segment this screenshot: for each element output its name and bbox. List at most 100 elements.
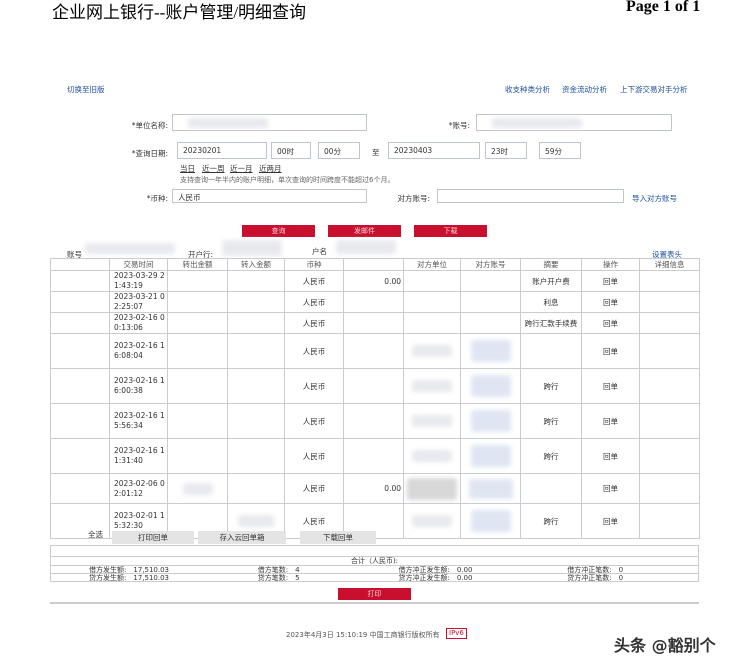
bottom-divider (50, 602, 699, 604)
query-button[interactable]: 查询 (242, 225, 315, 237)
table-row: 2023-03-29 2 1:43:19 人民币 0.00 账户开户费 回单 (50, 270, 700, 292)
counterparty-analysis-link[interactable]: 上下游交易对手分析 (620, 84, 688, 95)
row-checkbox-cell[interactable] (50, 333, 110, 369)
receipt-link[interactable]: 回单 (581, 403, 640, 439)
copyright-text: 2023年4月3日 15:10:19 中国工商银行版权所有 (286, 631, 440, 639)
row-checkbox-cell[interactable] (50, 291, 110, 313)
receipt-link[interactable]: 回单 (581, 503, 640, 539)
summary-cell: 跨行 (520, 403, 582, 439)
quick-week-link[interactable]: 近一周 (202, 163, 225, 174)
select-all-checkbox[interactable]: 全选 (88, 529, 103, 540)
receipt-link[interactable]: 回单 (581, 438, 640, 474)
time-cell: 2023-02-16 1 5:56:34 (109, 403, 168, 439)
out-amount-cell (167, 368, 228, 404)
header-in-amount: 转入金额 (227, 258, 285, 271)
header-counter-unit: 对方单位 (403, 258, 461, 271)
header-currency: 币种 (284, 258, 344, 271)
print-receipt-button[interactable]: 打印回单 (112, 531, 194, 544)
redacted-counter-unit (412, 450, 452, 462)
balance-cell (343, 368, 404, 404)
counter-unit-cell (403, 403, 461, 439)
income-expense-analysis-link[interactable]: 收支种类分析 (505, 84, 550, 95)
end-minute-select[interactable]: 59分 (539, 142, 581, 159)
redacted-unit-name (188, 118, 268, 128)
balance-cell: 0.00 (343, 270, 404, 292)
download-receipt-button[interactable]: 下载回单 (300, 531, 376, 544)
watermark: 头条 @豁别个 (614, 636, 716, 655)
transaction-table: 交易时间 转出金额 转入金额 币种 对方单位 对方账号 摘要 操作 详细信息 2… (50, 258, 700, 539)
save-cloud-receipt-button[interactable]: 存入云回单箱 (198, 531, 286, 544)
counter-account-input[interactable] (437, 189, 624, 203)
currency-select[interactable]: 人民币 (172, 189, 367, 203)
table-row: 2023-02-16 1 6:08:04 人民币 回单 (50, 333, 700, 369)
redacted-counter-account (470, 375, 511, 397)
counter-account-cell (460, 503, 521, 539)
header-details: 详细信息 (639, 258, 700, 271)
balance-cell (343, 403, 404, 439)
date-range-hint: 支持查询一年半内的账户明细，单次查询的时间跨度不能超过6个月。 (180, 176, 395, 184)
row-checkbox-cell[interactable] (50, 403, 110, 439)
summary-box: 合计（人民币): 借方发生额: 17,510.03 借方笔数: 4 借方冲正发生… (50, 545, 699, 582)
quick-two-months-link[interactable]: 近两月 (259, 163, 282, 174)
row-checkbox-cell[interactable] (50, 368, 110, 404)
counter-account-cell (460, 403, 521, 439)
receipt-link[interactable]: 回单 (581, 333, 640, 369)
unit-name-field[interactable] (172, 114, 367, 131)
header-time: 交易时间 (109, 258, 168, 271)
debit-reverse-count-value: 0 (618, 566, 624, 574)
summary-cell: 跨行 (520, 438, 582, 474)
counter-account-cell (460, 473, 521, 504)
redacted-account (492, 118, 582, 128)
currency-cell: 人民币 (284, 291, 344, 313)
out-amount-cell (167, 270, 228, 292)
print-button[interactable]: 打印 (338, 588, 411, 600)
currency-cell: 人民币 (284, 438, 344, 474)
time-cell: 2023-03-21 0 2:25:07 (109, 291, 168, 313)
send-mail-button[interactable]: 发邮件 (328, 225, 401, 237)
counter-account-cell (460, 333, 521, 369)
counter-account-cell (460, 270, 521, 292)
quick-month-link[interactable]: 近一月 (230, 163, 253, 174)
start-minute-select[interactable]: 00分 (318, 142, 360, 159)
currency-cell: 人民币 (284, 473, 344, 504)
redacted-amount (182, 482, 213, 495)
end-date-field[interactable]: 20230403 (388, 142, 480, 159)
receipt-link[interactable]: 回单 (581, 312, 640, 334)
counter-unit-cell (403, 368, 461, 404)
currency-cell: 人民币 (284, 270, 344, 292)
redacted-counter-unit (407, 477, 457, 500)
account-field[interactable] (476, 114, 672, 131)
detail-cell (639, 368, 700, 404)
time-cell: 2023-02-16 1 6:08:04 (109, 333, 168, 369)
in-amount-cell (227, 473, 285, 504)
debit-count-label: 借方笔数: (257, 566, 289, 574)
currency-cell: 人民币 (284, 368, 344, 404)
quick-today-link[interactable]: 当日 (180, 163, 195, 174)
download-button[interactable]: 下载 (414, 225, 487, 237)
receipt-link[interactable]: 回单 (581, 368, 640, 404)
fund-flow-analysis-link[interactable]: 资金流动分析 (562, 84, 607, 95)
out-amount-cell (167, 403, 228, 439)
start-hour-select[interactable]: 00时 (271, 142, 311, 159)
end-hour-select[interactable]: 23时 (485, 142, 527, 159)
receipt-link[interactable]: 回单 (581, 473, 640, 504)
switch-old-version-link[interactable]: 切换至旧版 (67, 84, 105, 95)
document-title: 企业网上银行--账户管理/明细查询 (52, 3, 307, 22)
in-amount-cell (227, 312, 285, 334)
row-checkbox-cell[interactable] (50, 438, 110, 474)
balance-cell (343, 312, 404, 334)
credit-amount-label: 贷方发生额: (89, 574, 127, 582)
header-out-amount: 转出金额 (167, 258, 228, 271)
start-date-field[interactable]: 20230201 (177, 142, 267, 159)
import-counter-account-link[interactable]: 导入对方账号 (632, 193, 677, 204)
row-checkbox-cell[interactable] (50, 312, 110, 334)
summary-cell: 跨行 (520, 503, 582, 539)
query-date-label: *查询日期: (131, 149, 168, 158)
table-row: 2023-02-16 0 0:13:06 人民币 跨行汇款手续费 回单 (50, 312, 700, 334)
debit-reverse-amount-value: 0.00 (456, 566, 473, 574)
receipt-link[interactable]: 回单 (581, 270, 640, 292)
receipt-link[interactable]: 回单 (581, 291, 640, 313)
row-checkbox-cell[interactable] (50, 270, 110, 292)
row-checkbox-cell[interactable] (50, 473, 110, 504)
in-amount-cell (227, 368, 285, 404)
